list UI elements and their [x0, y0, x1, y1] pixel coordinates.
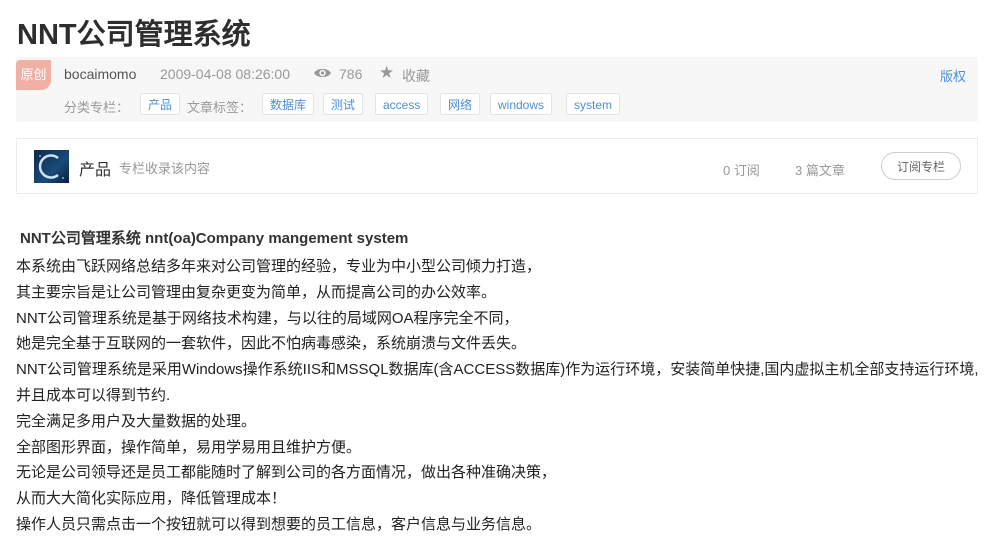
star-icon[interactable]: ★ — [379, 64, 394, 82]
author-link[interactable]: bocaimomo — [64, 66, 136, 82]
column-description: 专栏收录该内容 — [119, 161, 211, 176]
collect-button[interactable]: 收藏 — [402, 66, 430, 86]
article-paragraph: 其主要宗旨是让公司管理由复杂更变为简单，从而提高公司的办公效率。 — [16, 283, 497, 301]
article-body: NNT公司管理系统 nnt(oa)Company mangement syste… — [16, 228, 981, 538]
article-paragraph: NNT公司管理系统是采用Windows操作系统IIS和MSSQL数据库(含ACC… — [16, 361, 979, 404]
article-paragraph: 从而大大简化实际应用，降低管理成本！ — [16, 490, 287, 508]
article-paragraph: 无论是公司领导还是员工都能随时了解到公司的各方面情况，做出各种准确决策， — [16, 464, 557, 482]
tags-label: 文章标签： — [187, 100, 253, 115]
original-badge: 原创 — [16, 60, 51, 90]
eye-icon — [314, 68, 331, 78]
article-paragraph: 全部图形界面，操作简单，易用学易用且维护方便。 — [16, 438, 362, 456]
view-count: 786 — [339, 66, 363, 82]
column-thumbnail[interactable] — [34, 150, 69, 183]
article-heading: NNT公司管理系统 nnt(oa)Company mangement syste… — [20, 230, 409, 247]
column-card: 产品 专栏收录该内容 0 订阅 3 篇文章 订阅专栏 — [16, 138, 978, 194]
category-tag[interactable]: 产品 — [140, 93, 181, 115]
publish-date: 2009-04-08 08:26:00 — [160, 66, 290, 82]
article-paragraph: NNT公司管理系统是基于网络技术构建，与以往的局域网OA程序完全不同， — [16, 309, 519, 327]
tag-item[interactable]: windows — [490, 93, 553, 115]
tag-item[interactable]: 网络 — [440, 93, 481, 115]
subscribe-column-button[interactable]: 订阅专栏 — [881, 152, 961, 180]
column-name[interactable]: 产品 — [79, 156, 111, 180]
tag-item[interactable]: 测试 — [323, 93, 364, 115]
copyright-link[interactable]: 版权 — [940, 66, 966, 85]
column-article-count: 3 篇文章 — [795, 163, 845, 178]
page-title: NNT公司管理系统 — [17, 19, 251, 51]
tag-item[interactable]: access — [375, 93, 429, 115]
article-paragraph: 完全满足多用户及大量数据的处理。 — [16, 412, 257, 430]
article-paragraph: 本系统由飞跃网络总结多年来对公司管理的经验，专业为中小型公司倾力打造， — [16, 258, 542, 275]
tag-item[interactable]: system — [566, 93, 621, 115]
article-meta: 原创 bocaimomo 2009-04-08 08:26:00 786 ★ 收… — [16, 57, 978, 122]
tag-item[interactable]: 数据库 — [262, 93, 315, 115]
column-subscribers: 0 订阅 — [723, 163, 760, 178]
category-label: 分类专栏： — [64, 100, 130, 115]
article-paragraph: 操作人员只需点击一个按钮就可以得到想要的员工信息，客户信息与业务信息。 — [16, 515, 542, 533]
article-paragraph: 她是完全基于互联网的一套软件，因此不怕病毒感染，系统崩溃与文件丢失。 — [16, 335, 527, 353]
